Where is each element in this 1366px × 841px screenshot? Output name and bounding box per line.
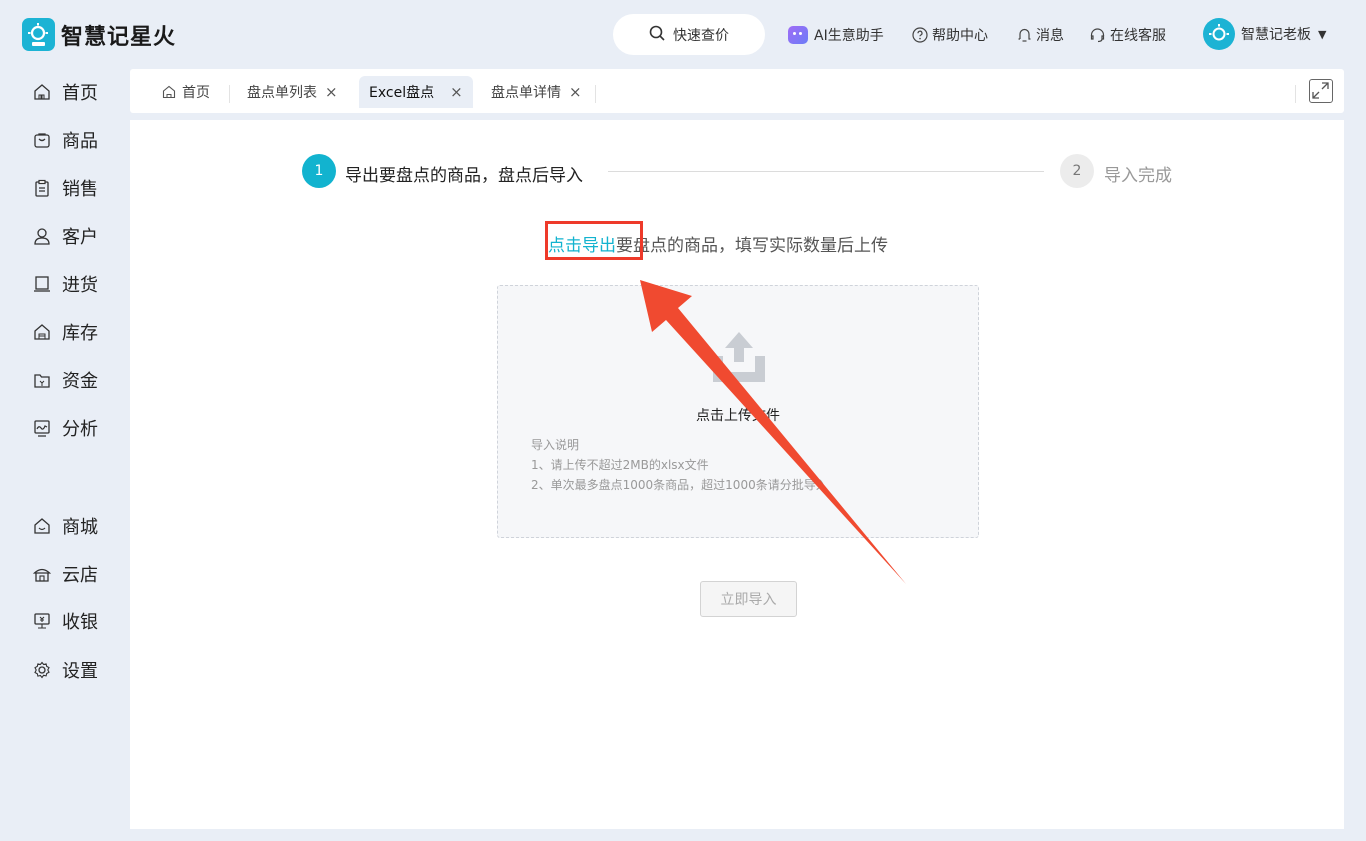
sidebar-item-settings[interactable]: 设置: [32, 657, 98, 683]
step-1-indicator: 1: [302, 154, 336, 188]
sidebar-item-label: 收银: [62, 612, 98, 633]
sidebar-item-funds[interactable]: 资金: [32, 367, 98, 393]
notes-title: 导入说明: [531, 438, 580, 452]
messages-label: 消息: [1036, 28, 1064, 44]
help-center-link[interactable]: 帮助中心: [912, 24, 988, 46]
ai-assistant-link[interactable]: AI生意助手: [788, 24, 884, 46]
logo-icon: [22, 18, 55, 51]
highlight-box: [545, 221, 643, 260]
fullscreen-button[interactable]: [1309, 79, 1333, 103]
step-1-label: 导出要盘点的商品，盘点后导入: [345, 166, 583, 186]
sidebar-item-label: 进货: [62, 275, 98, 296]
home-icon: [162, 85, 176, 99]
online-service-link[interactable]: 在线客服: [1089, 24, 1166, 46]
home-icon: [32, 82, 52, 102]
step-connector: [608, 171, 1044, 172]
top-bar: 智慧记星火 快速查价 AI生意助手 帮助中心 消息 在线客服 智慧记老板 ▼: [0, 0, 1366, 68]
sidebar-item-label: 客户: [62, 227, 98, 248]
gear-icon: [32, 660, 52, 680]
tab-excel-count[interactable]: Excel盘点 ×: [359, 76, 473, 108]
sidebar-item-label: 库存: [62, 323, 98, 344]
quick-price-search-button[interactable]: 快速查价: [613, 14, 765, 55]
sidebar-item-analysis[interactable]: 分析: [32, 415, 98, 441]
sidebar-item-label: 分析: [62, 419, 98, 440]
warehouse-icon: [32, 322, 52, 342]
sidebar: 首页 商品 销售 客户 进货 库存 资金 分析 商城 云店 收银 设置: [0, 68, 130, 841]
sidebar-item-label: 销售: [62, 179, 98, 200]
note-item: 2、单次最多盘点1000条商品，超过1000条请分批导入: [531, 478, 828, 492]
sidebar-item-sales[interactable]: 销售: [32, 175, 98, 201]
sidebar-item-purchase[interactable]: 进货: [32, 271, 98, 297]
instruction-text: 要盘点的商品，填写实际数量后上传: [616, 236, 888, 256]
tab-bar: 首页 盘点单列表 × Excel盘点 × 盘点单详情 ×: [130, 69, 1344, 113]
upload-notes: 导入说明 1、请上传不超过2MB的xlsx文件 2、单次最多盘点1000条商品，…: [531, 435, 828, 495]
question-icon: [912, 27, 928, 43]
tab-home[interactable]: 首页: [162, 76, 210, 108]
sidebar-item-inventory[interactable]: 库存: [32, 319, 98, 345]
tab-count-list[interactable]: 盘点单列表 ×: [247, 76, 338, 108]
step-2-label: 导入完成: [1104, 166, 1172, 186]
note-item: 1、请上传不超过2MB的xlsx文件: [531, 458, 709, 472]
import-now-button[interactable]: 立即导入: [700, 581, 797, 617]
close-icon[interactable]: ×: [325, 83, 338, 101]
tab-label: 盘点单详情: [491, 85, 561, 101]
help-center-label: 帮助中心: [932, 28, 988, 44]
upload-icon: [710, 330, 768, 388]
user-name: 智慧记老板: [1241, 27, 1311, 43]
app-name: 智慧记星火: [61, 24, 177, 50]
ai-robot-icon: [788, 26, 808, 44]
step-2-indicator: 2: [1060, 154, 1094, 188]
app-logo[interactable]: 智慧记星火: [22, 18, 176, 51]
avatar: [1203, 18, 1235, 50]
tab-label: 盘点单列表: [247, 85, 317, 101]
sidebar-item-home[interactable]: 首页: [32, 79, 98, 105]
cashier-icon: [32, 611, 52, 631]
sidebar-item-cashier[interactable]: 收银: [32, 608, 98, 634]
online-service-label: 在线客服: [1110, 28, 1166, 44]
close-icon[interactable]: ×: [450, 83, 463, 101]
upload-dropzone[interactable]: 点击上传文件 导入说明 1、请上传不超过2MB的xlsx文件 2、单次最多盘点1…: [497, 285, 979, 538]
upload-title: 点击上传文件: [696, 408, 780, 424]
sidebar-item-label: 首页: [62, 83, 98, 104]
sidebar-item-label: 云店: [62, 565, 98, 586]
tab-divider: [1295, 85, 1296, 103]
caret-down-icon: ▼: [1318, 27, 1327, 41]
sidebar-item-label: 商城: [62, 517, 98, 538]
search-icon: [649, 25, 665, 45]
tab-divider: [229, 85, 230, 103]
expand-icon: [1312, 82, 1329, 99]
tab-label: 首页: [182, 85, 210, 101]
close-icon[interactable]: ×: [569, 83, 582, 101]
sidebar-item-customers[interactable]: 客户: [32, 223, 98, 249]
tab-label: Excel盘点: [369, 85, 435, 101]
sidebar-item-label: 资金: [62, 371, 98, 392]
sidebar-item-label: 商品: [62, 131, 98, 152]
tab-divider: [595, 85, 596, 103]
bag-icon: [32, 130, 52, 150]
clipboard-icon: [32, 178, 52, 198]
sidebar-item-cloud-store[interactable]: 云店: [32, 561, 98, 587]
bell-icon: [1017, 27, 1032, 43]
sidebar-item-mall[interactable]: 商城: [32, 513, 98, 539]
shop-icon: [32, 516, 52, 536]
messages-link[interactable]: 消息: [1017, 24, 1064, 46]
search-label: 快速查价: [673, 27, 729, 44]
ai-assistant-label: AI生意助手: [814, 28, 884, 44]
tab-count-detail[interactable]: 盘点单详情 ×: [491, 76, 582, 108]
main-content: 1 导出要盘点的商品，盘点后导入 2 导入完成 点击导出要盘点的商品，填写实际数…: [130, 120, 1344, 829]
sidebar-item-label: 设置: [62, 661, 98, 682]
headset-icon: [1089, 27, 1106, 43]
wallet-icon: [32, 370, 52, 390]
user-menu[interactable]: 智慧记老板 ▼: [1203, 18, 1326, 50]
user-icon: [32, 226, 52, 246]
sidebar-item-products[interactable]: 商品: [32, 127, 98, 153]
box-icon: [32, 274, 52, 294]
chart-icon: [32, 418, 52, 438]
store-icon: [32, 564, 52, 584]
